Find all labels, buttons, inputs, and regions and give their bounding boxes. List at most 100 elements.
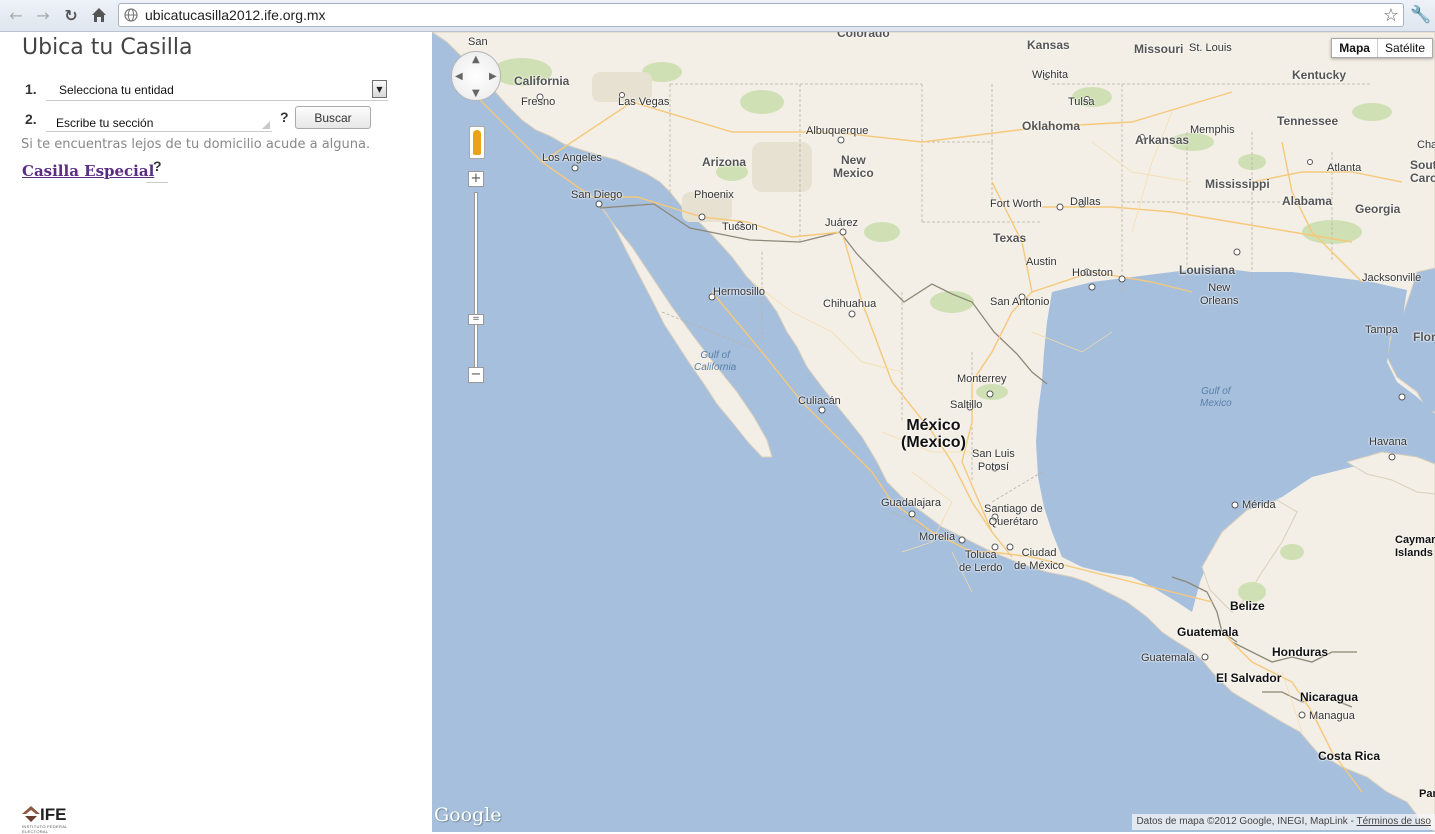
section-input-value: Escribe tu sección [56,116,154,130]
map-label: Colorado [837,32,890,40]
map-label: Phoenix [694,189,734,201]
forward-icon[interactable]: → [32,4,54,26]
map-canvas[interactable]: San Colorado Kansas Missouri St. Louis C… [432,32,1435,832]
map-label: Fresno [521,96,556,108]
map-label: New Mexico [833,153,874,180]
map-label: Alabama [1282,194,1333,208]
page-title: Ubica tu Casilla [22,35,193,60]
map-label: Culiacán [798,395,841,407]
map-label: Kentucky [1292,68,1347,82]
pan-left-icon[interactable]: ◀ [455,71,463,82]
map-label: Managua [1309,710,1355,722]
map-label: Guatemala [1141,652,1195,664]
ife-emblem-icon [22,806,40,822]
wrench-icon[interactable]: 🔧 [1410,4,1432,26]
search-button[interactable]: Buscar [295,106,371,129]
attribution-text: Datos de mapa ©2012 Google, INEGI, MapLi… [1136,816,1357,827]
section-input[interactable]: Escribe tu sección [46,110,272,132]
url-text: ubicatucasilla2012.ife.org.mx [145,7,326,23]
map-type-map-button[interactable]: Mapa [1332,39,1378,57]
terms-of-use-link[interactable]: Términos de uso [1357,816,1431,827]
map-label: Gulf of Mexico [1200,386,1232,409]
map-label: El Salvador [1216,671,1282,685]
map-label: Ciudad de México [1014,547,1065,572]
map-label: Chihuahua [823,298,877,310]
map-label: Georgia [1355,202,1401,216]
map-label: Charlo [1417,139,1435,151]
map-label: Honduras [1272,645,1329,659]
zoom-slider-handle[interactable]: = [468,314,484,325]
map-label: Saltillo [950,399,983,411]
section-help-icon[interactable]: ? [280,109,289,125]
special-booth-link[interactable]: Casilla Especial [22,162,154,180]
resize-grip-icon[interactable] [262,121,270,129]
entity-select[interactable]: Selecciona tu entidad ▼ [46,79,388,101]
map-label: Tampa [1365,324,1399,336]
map-label-country-mexico: México (Mexico) [901,417,966,451]
pan-up-icon[interactable]: ▲ [472,54,480,65]
step-1-number: 1. [25,81,37,97]
globe-icon [124,8,138,22]
pan-down-icon[interactable]: ▼ [472,88,480,99]
map-label: Dallas [1070,196,1101,208]
map-label: Caymar Islands [1395,534,1435,559]
distance-hint: Si te encuentras lejos de tu domicilio a… [21,137,371,152]
map-label: Santiago de Querétaro [984,503,1043,528]
map-label: Texas [993,231,1027,245]
zoom-out-button[interactable]: − [468,367,484,383]
map-label: Los Angeles [542,152,602,164]
bookmark-star-icon[interactable]: ☆ [1383,5,1399,26]
map-label: Kansas [1027,38,1070,52]
special-help-icon[interactable]: ? [153,158,162,174]
map-label: Juárez [825,217,859,229]
map-label: Austin [1026,256,1057,268]
google-logo: Google [434,804,502,826]
map-label: Hermosillo [713,286,765,298]
map-label: Jacksonville [1362,272,1422,284]
map-label: St. Louis [1189,42,1232,54]
map-label: Nicaragua [1300,690,1359,704]
zoom-slider-track[interactable] [474,192,478,368]
map-label: Tucson [722,221,758,233]
entity-select-value: Selecciona tu entidad [59,83,174,97]
map-label: Havana [1369,436,1407,448]
browser-toolbar: ← → ↻ ubicatucasilla2012.ife.org.mx ☆ 🔧 [0,0,1435,32]
map-attribution: Datos de mapa ©2012 Google, INEGI, MapLi… [1132,814,1435,830]
back-icon[interactable]: ← [5,4,27,26]
map-label: Morelia [919,531,956,543]
map-label: Tennessee [1277,114,1339,128]
map-label: Pan [1419,788,1435,800]
ife-logo: IFE INSTITUTO FEDERAL ELECTORAL [22,805,82,834]
map-label: Monterrey [957,373,1007,385]
map-label: Albuquerque [806,125,869,137]
search-panel: Ubica tu Casilla 1. Selecciona tu entida… [0,32,432,834]
map-label: Florida [1413,330,1435,344]
map-label: Las Vegas [618,96,670,108]
zoom-in-button[interactable]: + [468,171,484,187]
map-label: California [514,74,570,88]
home-icon[interactable] [88,4,110,26]
reload-icon[interactable]: ↻ [60,4,82,26]
map-label: San [468,36,488,48]
map-label: San Luis Potosí [972,448,1015,473]
street-view-pegman-icon[interactable] [469,126,485,159]
ife-logo-subtext: INSTITUTO FEDERAL ELECTORAL [22,824,68,834]
pan-right-icon[interactable]: ▶ [489,71,497,82]
map-type-satellite-button[interactable]: Satélite [1377,39,1432,57]
map-label: San Diego [571,189,623,201]
map-label: Fort Worth [990,198,1042,210]
dropdown-arrow-icon[interactable]: ▼ [372,80,387,98]
map-label: South Caro [1410,158,1435,185]
map-label: Mérida [1242,499,1276,511]
step-2-number: 2. [25,111,37,127]
map-label: Tulsa [1068,96,1095,108]
map-label: Toluca de Lerdo [959,549,1003,574]
address-bar[interactable]: ubicatucasilla2012.ife.org.mx ☆ [118,3,1404,27]
map-label: Belize [1230,599,1265,613]
map-label: Memphis [1190,124,1235,136]
map-label: Costa Rica [1318,749,1381,763]
help-underline [146,182,168,183]
pan-control[interactable]: ▲ ▼ ◀ ▶ [451,51,501,101]
map-type-control: Mapa Satélite [1331,38,1433,58]
map-label: San Antonio [990,296,1050,308]
